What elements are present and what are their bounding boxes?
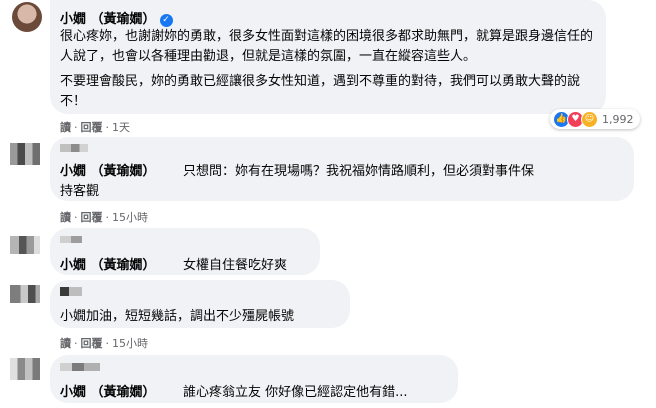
reply-avatar-pixelated[interactable] <box>10 285 40 303</box>
read-link[interactable]: 讀 <box>60 335 71 351</box>
read-link[interactable]: 讀 <box>60 209 71 225</box>
verified-badge-icon: ✓ <box>159 14 173 27</box>
reaction-count: 1,992 <box>602 112 634 126</box>
reply-1-text-line-1: 只想問：妳有在現場嗎？我祝福妳情路順利，但必須對事件保 <box>183 164 535 179</box>
main-comment-paragraph-1: 很心疼妳，也謝謝妳的勇敢，很多女性面對這樣的困境很多都求助無門，就算是跟身邊信任… <box>60 29 594 64</box>
reply-link[interactable]: 回覆 <box>81 209 103 225</box>
main-comment-actions: 讀 · 回覆 · 1天 <box>60 119 130 135</box>
read-link[interactable]: 讀 <box>60 119 71 135</box>
reply-1-text-line-2: 持客觀 <box>60 184 100 199</box>
reply-1-author[interactable]: 小嫺 （黃瑜嫺） <box>60 160 156 179</box>
author-name[interactable]: 小嫺 （黃瑜嫺） <box>60 12 156 27</box>
reply-link[interactable]: 回覆 <box>81 335 103 351</box>
reply-link[interactable]: 回覆 <box>81 119 103 135</box>
reply-1-actions: 讀 · 回覆 · 15小時 <box>60 209 148 225</box>
comment-time[interactable]: 15小時 <box>112 335 148 351</box>
reply-avatar-pixelated[interactable] <box>10 236 40 254</box>
redacted-name-block <box>60 363 100 371</box>
author-avatar[interactable] <box>12 2 42 32</box>
reaction-summary[interactable]: 👍 ♥ ☺ 1,992 <box>550 109 640 129</box>
reply-4-text: 誰心疼翁立友 你好像已經認定他有錯... <box>183 385 408 400</box>
redacted-name-block <box>60 287 82 296</box>
reply-avatar-pixelated[interactable] <box>10 143 40 165</box>
redacted-name-block <box>60 236 82 243</box>
reply-4-author[interactable]: 小嫺 （黃瑜嫺） <box>60 381 156 400</box>
redacted-name-block <box>60 144 88 152</box>
comment-time[interactable]: 15小時 <box>112 209 148 225</box>
comment-time[interactable]: 1天 <box>112 119 130 135</box>
reply-avatar-pixelated[interactable] <box>10 358 40 380</box>
care-icon: ☺ <box>581 110 598 128</box>
main-comment-paragraph-2: 不要理會酸民，妳的勇敢已經讓很多女性知道，遇到不尊重的對待，我們可以勇敢大聲的說… <box>60 74 581 109</box>
main-comment-author[interactable]: 小嫺 （黃瑜嫺） ✓ <box>60 8 173 27</box>
reply-3-actions: 讀 · 回覆 · 15小時 <box>60 335 148 351</box>
reply-2-text: 女權自住餐吃好爽 <box>183 258 288 273</box>
reply-3-text: 小嫺加油，短短幾話，調出不少殭屍帳號 <box>60 309 295 324</box>
reply-2-author[interactable]: 小嫺 （黃瑜嫺） <box>60 254 156 273</box>
